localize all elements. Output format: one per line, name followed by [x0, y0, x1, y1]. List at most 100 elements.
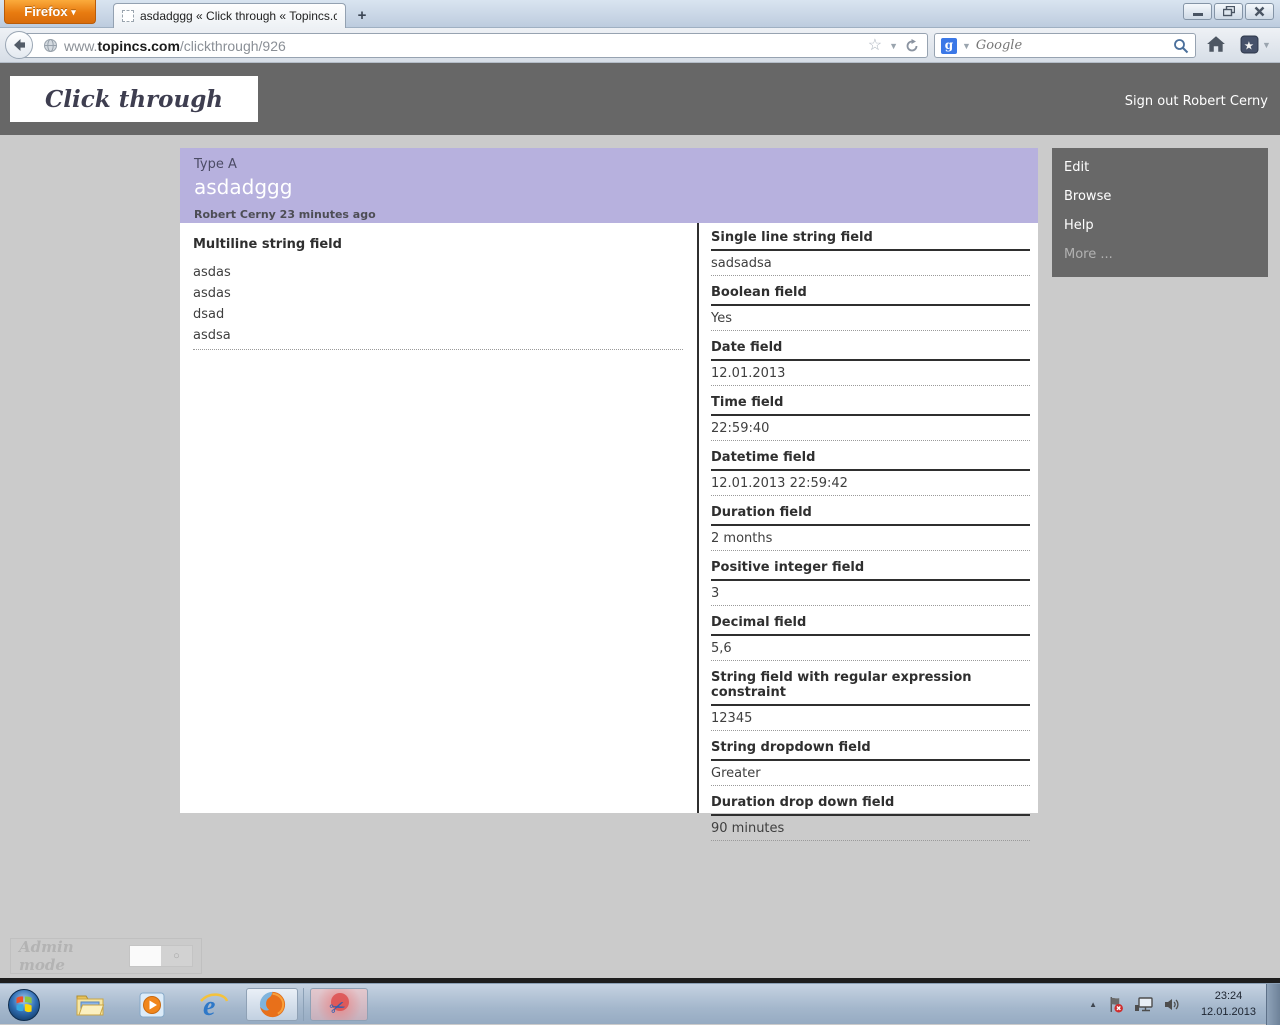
search-icon[interactable] [1173, 38, 1189, 54]
toggle-off-half [130, 946, 161, 966]
url-www: www. [64, 38, 97, 54]
clock-date: 12.01.2013 [1201, 1004, 1256, 1020]
multiline-value-line: dsad [193, 304, 683, 325]
svg-text:★: ★ [1244, 39, 1254, 52]
bookmarks-panel-icon: ★ [1240, 35, 1259, 54]
record-title: asdadggg [194, 175, 1024, 199]
network-icon[interactable] [1134, 997, 1153, 1013]
field-value: Greater [711, 761, 1030, 786]
menu-item-help[interactable]: Help [1052, 211, 1268, 240]
search-placeholder: Google [976, 38, 1168, 53]
internet-explorer-icon: e [197, 989, 231, 1021]
field-row: Duration field2 months [711, 505, 1030, 551]
taskbar-firefox-button-active[interactable] [246, 988, 298, 1021]
windows-start-icon [7, 988, 41, 1022]
volume-icon[interactable] [1163, 997, 1180, 1012]
browser-navbar: www.topincs.com/clickthrough/926 ☆ ▼ g ▼… [0, 28, 1280, 63]
start-button[interactable] [2, 988, 46, 1021]
web-page: Click through Sign out Robert Cerny Type… [0, 63, 1280, 978]
menu-item-more[interactable]: More ... [1052, 240, 1268, 269]
menu-item-browse[interactable]: Browse [1052, 182, 1268, 211]
field-value: 5,6 [711, 636, 1030, 661]
field-value: 3 [711, 581, 1030, 606]
home-button[interactable] [1206, 35, 1226, 58]
record-content: Multiline string field asdasasdasdsadasd… [180, 223, 1038, 813]
firefox-menu-label: Firefox [24, 4, 67, 19]
bookmarks-dropdown-icon: ▼ [1262, 40, 1271, 50]
multiline-value-line: asdas [193, 262, 683, 283]
site-logo-text: Click through [45, 86, 223, 113]
field-row: Date field12.01.2013 [711, 340, 1030, 386]
taskbar-separator [303, 988, 304, 1021]
close-button[interactable] [1245, 3, 1274, 20]
field-row: String field with regular expression con… [711, 670, 1030, 731]
taskbar-explorer-button[interactable] [68, 988, 112, 1021]
multiline-field-value: asdasasdasdsadasdsa [193, 262, 683, 350]
firefox-icon [257, 989, 288, 1020]
record-type: Type A [194, 157, 1024, 172]
site-logo[interactable]: Click through [10, 76, 258, 122]
new-tab-button[interactable]: + [350, 6, 374, 26]
search-engine-dropdown-icon[interactable]: ▼ [962, 41, 971, 51]
record-header: Type A asdadggg Robert Cerny 23 minutes … [180, 148, 1038, 223]
field-value: Yes [711, 306, 1030, 331]
url-bar[interactable]: www.topincs.com/clickthrough/926 ☆ ▼ [20, 33, 928, 58]
search-input[interactable]: g ▼ Google [934, 33, 1196, 58]
multiline-value-line: asdas [193, 283, 683, 304]
field-value: 12.01.2013 22:59:42 [711, 471, 1030, 496]
sign-out-link[interactable]: Sign out Robert Cerny [1125, 94, 1268, 109]
restore-button[interactable] [1214, 3, 1243, 20]
taskbar-clock[interactable]: 23:24 12.01.2013 [1201, 988, 1256, 1020]
field-row: Decimal field5,6 [711, 615, 1030, 661]
url-domain: topincs.com [97, 38, 179, 54]
restore-icon [1223, 6, 1235, 17]
admin-mode-label: Admin mode [19, 938, 119, 974]
toggle-knob-icon: ○ [161, 946, 192, 966]
reload-icon[interactable] [905, 39, 919, 53]
url-text: www.topincs.com/clickthrough/926 [64, 38, 862, 54]
url-dropdown-icon[interactable]: ▼ [889, 41, 898, 51]
field-row: Datetime field12.01.2013 22:59:42 [711, 450, 1030, 496]
show-desktop-button[interactable] [1266, 984, 1280, 1025]
google-icon[interactable]: g [941, 38, 957, 54]
field-value: 90 minutes [711, 816, 1030, 841]
field-value: 2 months [711, 526, 1030, 551]
minimize-icon [1193, 13, 1203, 16]
firefox-menu-button[interactable]: Firefox ▾ [4, 0, 96, 24]
system-tray: ▲ [1089, 984, 1180, 1025]
close-icon [1254, 6, 1265, 17]
bookmarks-menu-button[interactable]: ★ ▼ [1240, 35, 1271, 54]
browser-tab[interactable]: asdadggg « Click through « Topincs.com [113, 3, 346, 28]
field-row: Single line string fieldsadsadsa [711, 230, 1030, 276]
taskbar-snipping-tool-button-active[interactable]: ✂ [310, 988, 368, 1021]
taskbar: e ✂ ▲ [0, 983, 1280, 1024]
field-label: String dropdown field [711, 740, 1030, 761]
field-label: Boolean field [711, 285, 1030, 306]
field-row: Boolean fieldYes [711, 285, 1030, 331]
field-row: Positive integer field3 [711, 560, 1030, 606]
right-column: Single line string fieldsadsadsa Boolean … [699, 223, 1038, 813]
snipping-tool-icon: ✂ [324, 990, 354, 1020]
back-button[interactable] [5, 31, 33, 59]
taskbar-internet-explorer-button[interactable]: e [192, 988, 236, 1021]
field-label: Positive integer field [711, 560, 1030, 581]
taskbar-media-player-button[interactable] [130, 988, 174, 1021]
field-row: String dropdown fieldGreater [711, 740, 1030, 786]
menu-item-edit[interactable]: Edit [1052, 153, 1268, 182]
admin-mode-box: Admin mode ○ [10, 938, 202, 974]
field-label: String field with regular expression con… [711, 670, 1030, 706]
urlbar-icons: ☆ ▼ [868, 38, 927, 54]
left-column: Multiline string field asdasasdasdsadasd… [180, 223, 697, 813]
field-row: Time field22:59:40 [711, 395, 1030, 441]
field-value: 22:59:40 [711, 416, 1030, 441]
action-center-flag-icon[interactable] [1107, 996, 1124, 1013]
minimize-button[interactable] [1183, 3, 1212, 20]
multiline-field-label: Multiline string field [193, 237, 683, 252]
clock-time: 23:24 [1201, 988, 1256, 1004]
url-path: /clickthrough/926 [180, 38, 286, 54]
field-value: 12.01.2013 [711, 361, 1030, 386]
bookmark-star-icon[interactable]: ☆ [868, 38, 882, 54]
show-hidden-icons-button[interactable]: ▲ [1089, 1000, 1097, 1009]
admin-mode-toggle[interactable]: ○ [129, 945, 193, 967]
field-label: Decimal field [711, 615, 1030, 636]
